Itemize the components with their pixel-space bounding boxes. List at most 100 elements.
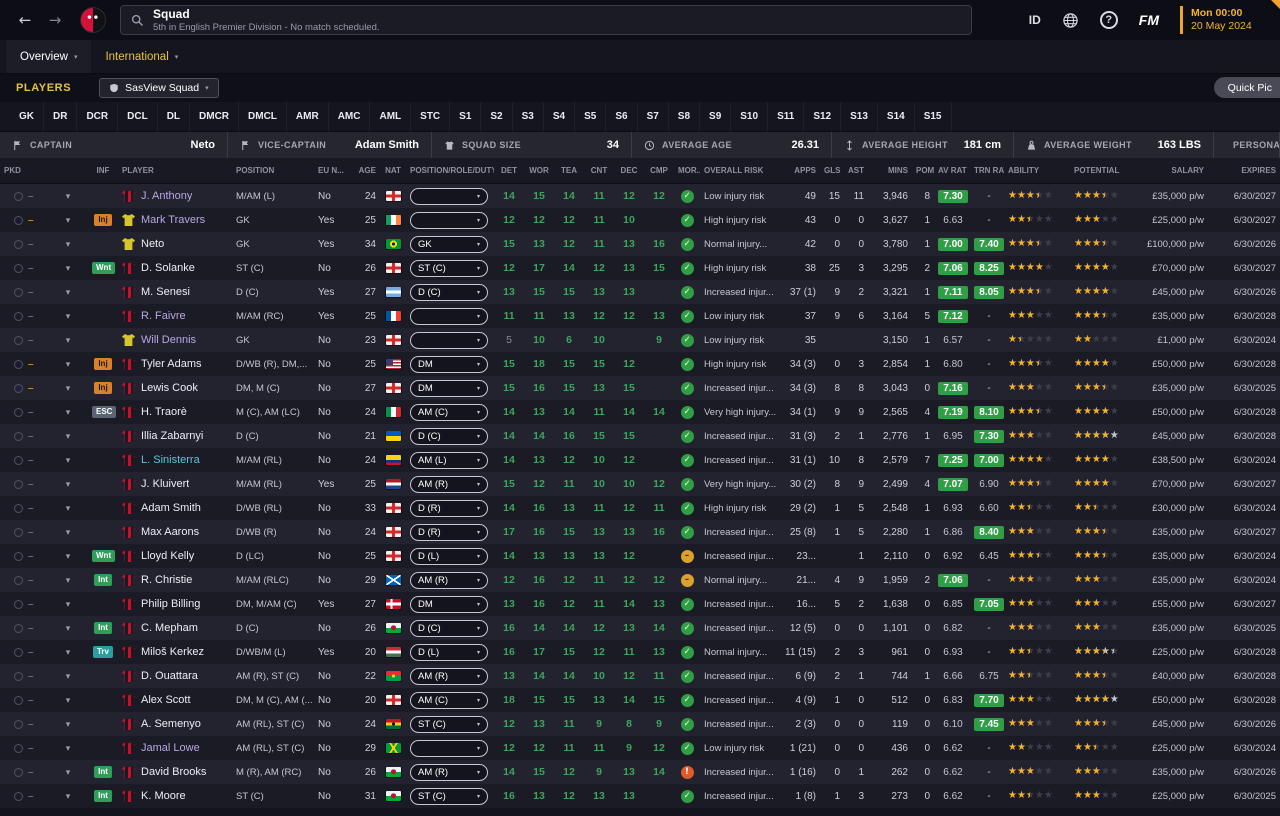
player-name[interactable]: Jamal Lowe (141, 742, 200, 754)
player-name[interactable]: A. Semenyo (141, 718, 201, 730)
table-row[interactable]: – ▾ D. Ouattara AM (R), ST (C) No 22 AM (R) ▾ 13… (0, 664, 1280, 688)
table-row[interactable]: – ▾ Neto GK Yes 34 GK ▾ 15 13 12 11 13 16 ✓ Normal inju… (0, 232, 1280, 256)
column-header-ability[interactable]: ABILITY (1004, 166, 1070, 175)
summary-value[interactable]: Adam Smith (355, 139, 419, 151)
player-name[interactable]: M. Senesi (141, 286, 190, 298)
position-filter-s7[interactable]: S7 (638, 101, 669, 132)
cell-expand[interactable]: ▾ (48, 791, 88, 802)
column-header-position-role-duty[interactable]: POSITION/ROLE/DUTY (406, 166, 494, 175)
table-row[interactable]: – ▾ ESC H. Traorè M (C), AM (LC) No 24 AM (C) ▾ 1… (0, 400, 1280, 424)
column-header-overall-risk[interactable]: OVERALL RISK (700, 166, 780, 175)
player-name[interactable]: Max Aarons (141, 526, 199, 538)
column-header-tea[interactable]: TEA (554, 166, 584, 175)
column-header-gls[interactable]: GLS (820, 166, 844, 175)
expand-chevron-icon[interactable]: ▾ (66, 456, 71, 466)
position-filter-dr[interactable]: DR (44, 101, 78, 132)
cell-expand[interactable]: ▾ (48, 239, 88, 250)
cell-role[interactable]: AM (R) ▾ (406, 571, 494, 589)
table-row[interactable]: – ▾ Philip Billing DM, M/AM (C) Yes 27 DM ▾ 13 16… (0, 592, 1280, 616)
table-row[interactable]: – ▾ Wnt D. Solanke ST (C) No 26 ST (C) ▾ 12 17 14 12… (0, 256, 1280, 280)
forward-button[interactable]: → (40, 0, 70, 40)
cell-player[interactable]: J. Anthony (118, 190, 232, 202)
role-duty-dropdown[interactable]: D (C) ▾ (410, 619, 488, 637)
cell-expand[interactable]: ▾ (48, 287, 88, 298)
column-header-ast[interactable]: AST (844, 166, 868, 175)
expand-chevron-icon[interactable]: ▾ (66, 336, 71, 346)
table-row[interactable]: – ▾ Int C. Mepham D (C) No 26 D (C) ▾ 16 14 14 12 13 1… (0, 616, 1280, 640)
cell-player[interactable]: Alex Scott (118, 694, 232, 706)
position-filter-s11[interactable]: S11 (768, 101, 805, 132)
role-duty-dropdown[interactable]: ST (C) ▾ (410, 259, 488, 277)
cell-expand[interactable]: ▾ (48, 575, 88, 586)
role-duty-dropdown[interactable]: AM (C) ▾ (410, 403, 488, 421)
table-row[interactable]: – ▾ Wnt Lloyd Kelly D (LC) No 25 D (L) ▾ 14 13 13 13… (0, 544, 1280, 568)
column-header-mor-[interactable]: MOR... (674, 166, 700, 175)
cell-player[interactable]: K. Moore (118, 790, 232, 802)
cell-role[interactable]: D (C) ▾ (406, 283, 494, 301)
table-row[interactable]: – ▾ Alex Scott DM, M (C), AM (... No 20 AM (C)… (0, 688, 1280, 712)
cell-expand[interactable]: ▾ (48, 479, 88, 490)
position-filter-aml[interactable]: AML (370, 101, 412, 132)
expand-chevron-icon[interactable]: ▾ (66, 744, 71, 754)
role-duty-dropdown[interactable]: ST (C) ▾ (410, 715, 488, 733)
role-duty-dropdown[interactable]: AM (R) ▾ (410, 475, 488, 493)
position-filter-s13[interactable]: S13 (841, 101, 878, 132)
column-header-apps[interactable]: APPS (780, 166, 820, 175)
tab-overview[interactable]: Overview ▾ (6, 40, 92, 73)
cell-role[interactable]: AM (R) ▾ (406, 475, 494, 493)
column-header-nat[interactable]: NAT (380, 166, 406, 175)
cell-player[interactable]: Miloš Kerkez (118, 646, 232, 658)
table-row[interactable]: – ▾ R. Faivre M/AM (RC) Yes 25 ▾ 11 11 13 12 12 13 ✓ L… (0, 304, 1280, 328)
role-duty-dropdown[interactable]: ST (C) ▾ (410, 787, 488, 805)
table-row[interactable]: – ▾ Int R. Christie M/AM (RLC) No 29 AM (R) ▾ 12 1… (0, 568, 1280, 592)
cell-player[interactable]: Adam Smith (118, 502, 232, 514)
cell-expand[interactable]: ▾ (48, 263, 88, 274)
role-duty-dropdown[interactable]: AM (R) ▾ (410, 667, 488, 685)
role-duty-dropdown[interactable]: AM (L) ▾ (410, 451, 488, 469)
column-header-age[interactable]: AGE (350, 166, 380, 175)
cell-player[interactable]: H. Traorè (118, 406, 232, 418)
player-name[interactable]: Adam Smith (141, 502, 201, 514)
position-filter-s9[interactable]: S9 (700, 101, 732, 132)
cell-role[interactable]: ▾ (406, 739, 494, 757)
column-header-cnt[interactable]: CNT (584, 166, 614, 175)
player-name[interactable]: C. Mepham (141, 622, 198, 634)
cell-player[interactable]: M. Senesi (118, 286, 232, 298)
cell-player[interactable]: Neto (118, 238, 232, 250)
expand-chevron-icon[interactable]: ▾ (66, 192, 71, 202)
player-name[interactable]: J. Anthony (141, 190, 192, 202)
cell-role[interactable]: D (L) ▾ (406, 547, 494, 565)
role-duty-dropdown[interactable]: ▾ (410, 187, 488, 205)
player-name[interactable]: Miloš Kerkez (141, 646, 204, 658)
role-duty-dropdown[interactable]: AM (R) ▾ (410, 571, 488, 589)
position-filter-dl[interactable]: DL (158, 101, 191, 132)
cell-player[interactable]: Lloyd Kelly (118, 550, 232, 562)
column-header-salary[interactable]: SALARY (1140, 166, 1208, 175)
globe-icon[interactable] (1062, 12, 1079, 29)
position-filter-s8[interactable]: S8 (669, 101, 701, 132)
cell-role[interactable]: DM ▾ (406, 355, 494, 373)
help-button[interactable]: ? (1099, 11, 1118, 29)
expand-chevron-icon[interactable]: ▾ (66, 768, 71, 778)
position-filter-gk[interactable]: GK (10, 101, 44, 132)
position-filter-s14[interactable]: S14 (878, 101, 915, 132)
table-row[interactable]: – ▾ Illia Zabarnyi D (C) No 21 D (C) ▾ 14 14 16 15 1… (0, 424, 1280, 448)
role-duty-dropdown[interactable]: D (R) ▾ (410, 499, 488, 517)
position-filter-stc[interactable]: STC (411, 101, 451, 132)
role-duty-dropdown[interactable]: DM ▾ (410, 355, 488, 373)
position-filter-s5[interactable]: S5 (575, 101, 607, 132)
role-duty-dropdown[interactable]: AM (C) ▾ (410, 691, 488, 709)
column-header-eu-n-[interactable]: EU N... (314, 166, 350, 175)
cell-role[interactable]: DM ▾ (406, 595, 494, 613)
cell-role[interactable]: ST (C) ▾ (406, 787, 494, 805)
expand-chevron-icon[interactable]: ▾ (66, 696, 71, 706)
column-header-potential[interactable]: POTENTIAL (1070, 166, 1140, 175)
player-name[interactable]: Philip Billing (141, 598, 200, 610)
cell-expand[interactable]: ▾ (48, 551, 88, 562)
position-filter-dmcr[interactable]: DMCR (190, 101, 240, 132)
cell-expand[interactable]: ▾ (48, 719, 88, 730)
position-filter-s2[interactable]: S2 (481, 101, 513, 132)
column-header-expires[interactable]: EXPIRES (1208, 166, 1280, 175)
table-row[interactable]: – ▾ J. Anthony M/AM (L) No 24 ▾ 14 15 14 11 12 12 ✓ Lo… (0, 184, 1280, 208)
expand-chevron-icon[interactable]: ▾ (66, 672, 71, 682)
